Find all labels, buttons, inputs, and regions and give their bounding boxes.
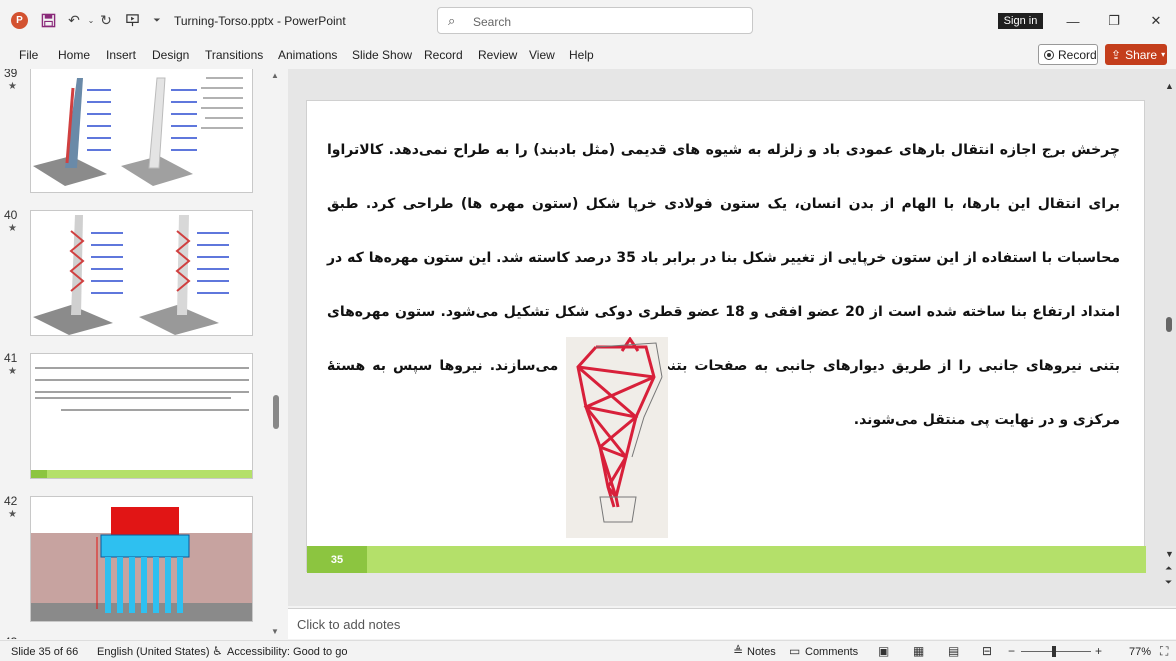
tower-sketch-image[interactable] xyxy=(566,336,668,538)
thumbnail-number: 43 xyxy=(4,635,17,639)
slide-thumbnail-41[interactable] xyxy=(30,353,253,479)
minimize-icon[interactable]: — xyxy=(1061,10,1085,32)
scroll-down-icon[interactable]: ▼ xyxy=(1165,549,1174,559)
slide-scrollbar[interactable]: ▲ ▼ ⏶ ⏷ xyxy=(1162,69,1176,606)
sign-in-button[interactable]: Sign in xyxy=(998,13,1043,29)
tab-insert[interactable]: Insert xyxy=(106,48,136,62)
thumbnail-number: 41 xyxy=(4,351,18,365)
notes-icon: ≜ xyxy=(733,644,744,658)
animation-star-icon: ★ xyxy=(8,81,17,92)
share-dropdown-icon: ▾ xyxy=(1161,50,1166,59)
record-label: Record xyxy=(1058,47,1097,62)
fit-to-window-icon[interactable]: ⛶ xyxy=(1160,644,1168,659)
ribbon-tabs: File Home Insert Design Transitions Anim… xyxy=(0,42,1176,69)
share-button[interactable]: ⇪ Share ▾ xyxy=(1105,44,1167,65)
slide-footer-bar: 35 xyxy=(307,546,1146,573)
tab-design[interactable]: Design xyxy=(152,48,189,62)
slide-counter: Slide 35 of 66 xyxy=(11,646,79,658)
document-title: Turning-Torso.pptx - PowerPoint xyxy=(174,14,346,28)
zoom-slider-knob[interactable] xyxy=(1052,646,1056,657)
record-button[interactable]: Record xyxy=(1038,44,1098,65)
animation-star-icon: ★ xyxy=(8,223,17,234)
accessibility-status[interactable]: Accessibility: Good to go xyxy=(227,646,347,658)
thumbnail-number: 39 xyxy=(4,69,18,80)
notes-placeholder: Click to add notes xyxy=(297,617,401,632)
file-name: Turning-Torso.pptx xyxy=(174,14,274,28)
tab-slide-show[interactable]: Slide Show xyxy=(352,48,412,62)
previous-slide-icon[interactable]: ⏶ xyxy=(1165,563,1172,574)
normal-view-icon[interactable]: ▣ xyxy=(878,644,889,658)
zoom-slider[interactable] xyxy=(1021,651,1091,652)
language-indicator[interactable]: English (United States) xyxy=(97,646,210,658)
search-placeholder: Search xyxy=(473,15,512,29)
scroll-up-icon[interactable]: ▲ xyxy=(271,71,279,80)
search-icon: ⌕ xyxy=(448,13,456,28)
next-slide-icon[interactable]: ⏷ xyxy=(1165,577,1172,588)
slide-editor: چرخش برج اجازه انتقال بارهای عمودی باد و… xyxy=(288,69,1176,606)
zoom-in-icon[interactable]: + xyxy=(1095,644,1102,658)
record-icon xyxy=(1044,49,1054,60)
scrollbar-thumb[interactable] xyxy=(1166,317,1172,332)
slide-thumbnail-39[interactable] xyxy=(30,69,253,193)
slide-thumbnail-42[interactable] xyxy=(30,496,253,622)
title-bar: P ↶ ⌄ ↻ ⏷ Turning-Torso.pptx - PowerPoin… xyxy=(0,0,1176,42)
thumbnail-image xyxy=(31,367,252,478)
tab-record[interactable]: Record xyxy=(424,48,463,62)
powerpoint-logo-icon: P xyxy=(11,12,28,29)
notes-pane[interactable]: Click to add notes xyxy=(288,608,1176,639)
restore-icon[interactable]: ❐ xyxy=(1102,10,1126,32)
scrollbar-thumb[interactable] xyxy=(273,395,279,429)
app-name: PowerPoint xyxy=(284,14,346,28)
thumbnail-image xyxy=(31,507,252,621)
accessibility-icon: ♿ xyxy=(212,644,223,658)
save-icon[interactable] xyxy=(38,10,58,30)
scroll-up-icon[interactable]: ▲ xyxy=(1165,81,1174,91)
tab-transitions[interactable]: Transitions xyxy=(205,48,263,62)
share-label: Share xyxy=(1125,47,1158,62)
comments-icon: ▭ xyxy=(789,644,801,658)
current-slide[interactable]: چرخش برج اجازه انتقال بارهای عمودی باد و… xyxy=(306,100,1146,573)
share-icon: ⇪ xyxy=(1111,47,1122,62)
slide-body-text[interactable]: چرخش برج اجازه انتقال بارهای عمودی باد و… xyxy=(327,123,1120,447)
slide-number-badge: 35 xyxy=(307,546,367,573)
title-separator: - xyxy=(276,14,281,28)
slide-sorter-icon[interactable]: ▦ xyxy=(913,644,924,658)
zoom-level[interactable]: 77% xyxy=(1129,646,1151,658)
tab-animations[interactable]: Animations xyxy=(278,48,337,62)
customize-toolbar-icon[interactable]: ⏷ xyxy=(147,10,167,30)
slide-thumbnail-pane: 39 ★ 40 ★ 41 ★ 42 ★ ▲ ▼ xyxy=(0,69,286,639)
spine-truss-sketch xyxy=(576,336,663,523)
comments-button[interactable]: Comments xyxy=(805,646,858,658)
slide-thumbnail-40[interactable] xyxy=(30,210,253,336)
tab-review[interactable]: Review xyxy=(478,48,517,62)
present-from-start-icon[interactable] xyxy=(122,10,142,30)
scroll-down-icon[interactable]: ▼ xyxy=(271,627,279,636)
animation-star-icon: ★ xyxy=(8,366,17,377)
thumbnail-image xyxy=(33,215,229,335)
thumbnail-number: 40 xyxy=(4,208,18,222)
slide-show-icon[interactable]: ⊟ xyxy=(982,644,992,658)
tab-view[interactable]: View xyxy=(529,48,555,62)
close-icon[interactable]: ✕ xyxy=(1144,10,1168,32)
reading-view-icon[interactable]: ▤ xyxy=(948,644,959,658)
status-bar: Slide 35 of 66 English (United States) ♿… xyxy=(0,640,1176,661)
search-input[interactable]: ⌕ Search xyxy=(437,7,753,34)
tab-file[interactable]: File xyxy=(19,48,38,62)
animation-star-icon: ★ xyxy=(8,509,17,520)
zoom-out-icon[interactable]: − xyxy=(1008,644,1015,658)
thumbnail-scrollbar[interactable]: ▲ ▼ xyxy=(271,69,281,639)
redo-icon[interactable]: ↻ xyxy=(96,10,116,30)
thumbnail-number: 42 xyxy=(4,494,18,508)
tab-help[interactable]: Help xyxy=(569,48,594,62)
thumbnail-image xyxy=(33,77,243,186)
tab-home[interactable]: Home xyxy=(58,48,90,62)
notes-button[interactable]: Notes xyxy=(747,646,776,658)
